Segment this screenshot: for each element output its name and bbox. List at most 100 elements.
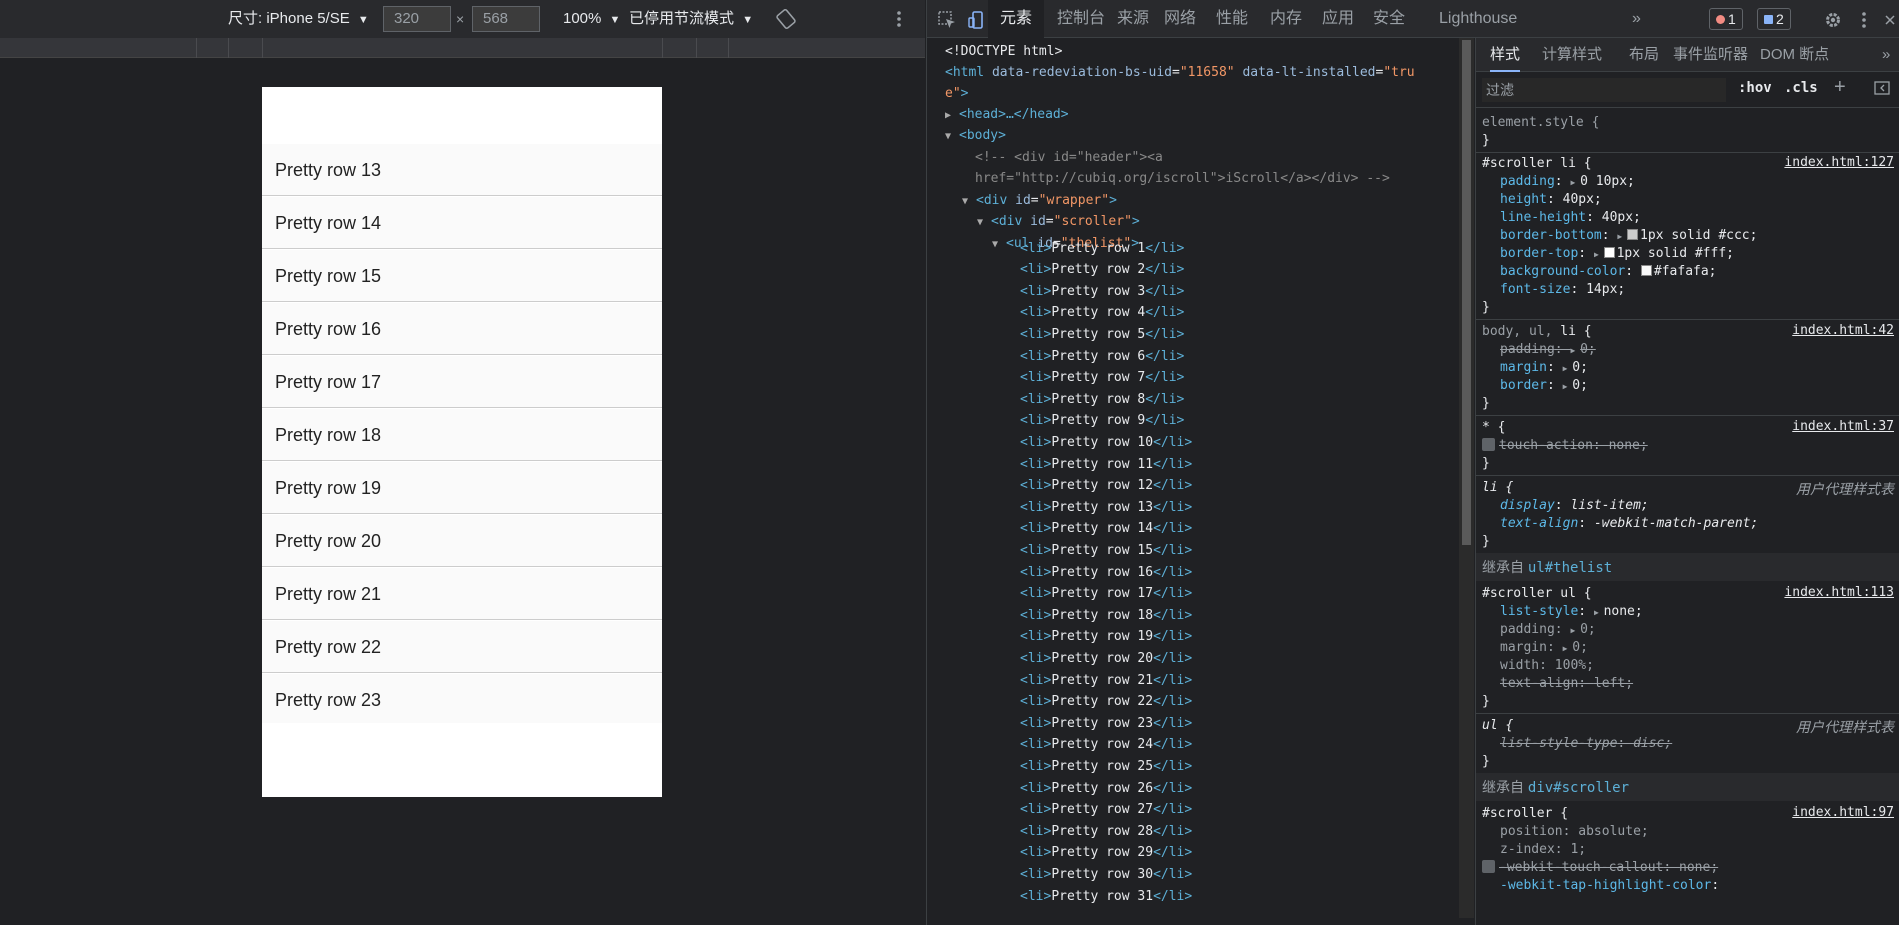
dom-li-node[interactable]: <li>Pretty row 26</li> [1020,778,1192,799]
dom-body-node[interactable]: ▼ <body> [945,125,1006,146]
rule-li-ua-selector[interactable]: li { [1482,479,1513,497]
dom-li-node[interactable]: <li>Pretty row 11</li> [1020,454,1192,475]
css-property[interactable]: margin: ▶ 0; [1482,359,1588,377]
list-item[interactable]: Pretty row 18 [262,408,662,461]
list-item[interactable]: Pretty row 23 [262,673,662,723]
dom-li-node[interactable]: <li>Pretty row 12</li> [1020,475,1192,496]
dom-li-node[interactable]: <li>Pretty row 18</li> [1020,605,1192,626]
list-item[interactable]: Pretty row 15 [262,249,662,302]
device-dimensions-dropdown[interactable]: 尺寸: iPhone 5/SE ▼ [228,0,369,38]
expand-triangle-icon[interactable]: ▶ [945,105,959,126]
css-property[interactable]: display: list-item; [1482,497,1649,515]
element-style-rule[interactable]: element.style { [1482,114,1599,132]
expand-triangle-icon[interactable]: ▶ [1563,644,1573,653]
message-badge[interactable]: 2 [1757,8,1791,30]
dom-li-node[interactable]: <li>Pretty row 7</li> [1020,367,1184,388]
css-property[interactable]: -webkit-touch-callout: none; [1482,859,1718,877]
media-query-ruler[interactable] [0,38,925,58]
collapse-triangle-icon[interactable]: ▼ [945,126,959,147]
devtools-tab-1[interactable]: 控制台 [1057,0,1105,38]
color-swatch[interactable] [1627,229,1639,240]
dom-li-node[interactable]: <li>Pretty row 22</li> [1020,691,1192,712]
inherited-target-link[interactable]: div#scroller [1528,780,1629,796]
dom-li-node[interactable]: <li>Pretty row 16</li> [1020,562,1192,583]
styles-tab-3[interactable]: 事件监听器 [1673,38,1748,72]
elements-scrollbar[interactable] [1459,38,1474,918]
dom-li-node[interactable]: <li>Pretty row 19</li> [1020,626,1192,647]
dom-li-node[interactable]: <li>Pretty row 28</li> [1020,821,1192,842]
throttle-dropdown[interactable]: 已停用节流模式 ▼ [629,0,753,38]
dom-comment[interactable]: <!-- <div id="header"><a [975,147,1163,168]
list-item[interactable]: Pretty row 16 [262,302,662,355]
dom-li-node[interactable]: <li>Pretty row 10</li> [1020,432,1192,453]
css-property[interactable]: border: ▶ 0; [1482,377,1588,395]
css-property[interactable]: touch-action: none; [1482,437,1648,455]
dom-li-node[interactable]: <li>Pretty row 17</li> [1020,583,1192,604]
css-property[interactable]: height: 40px; [1482,191,1602,209]
css-property[interactable]: position: absolute; [1482,823,1649,841]
list-item[interactable]: Pretty row 19 [262,461,662,514]
zoom-dropdown[interactable]: 100% ▼ [563,0,620,38]
dom-li-node[interactable]: <li>Pretty row 21</li> [1020,670,1192,691]
dom-li-node[interactable]: <li>Pretty row 31</li> [1020,886,1192,907]
list-item[interactable]: Pretty row 21 [262,567,662,620]
collapse-triangle-icon[interactable]: ▼ [962,191,976,212]
dom-li-node[interactable]: <li>Pretty row 25</li> [1020,756,1192,777]
dom-li-node[interactable]: <li>Pretty row 2</li> [1020,259,1184,280]
expand-triangle-icon[interactable]: ▶ [1594,250,1604,259]
devtools-tab-4[interactable]: 性能 [1216,0,1248,38]
dom-li-node[interactable]: <li>Pretty row 30</li> [1020,864,1192,885]
devtools-tab-0[interactable]: 元素 [988,0,1045,38]
css-property[interactable]: padding: ▶ 0; [1482,341,1596,359]
css-property[interactable]: background-color: #fafafa; [1482,263,1717,281]
devtools-tab-7[interactable]: 安全 [1373,0,1405,38]
rule-universal-selector[interactable]: * { [1482,419,1505,437]
list-item[interactable]: Pretty row 14 [262,196,662,249]
css-property[interactable]: padding: ▶ 0 10px; [1482,173,1635,191]
dom-li-node[interactable]: <li>Pretty row 1</li> [1020,238,1184,259]
dom-li-node[interactable]: <li>Pretty row 3</li> [1020,281,1184,302]
rule-source-link[interactable]: index.html:42 [1792,323,1894,338]
inherited-target-link[interactable]: ul#thelist [1528,560,1612,576]
dom-scroller-node[interactable]: ▼ <div id="scroller"> [977,211,1140,232]
expand-triangle-icon[interactable]: ▶ [1594,608,1604,617]
dom-wrapper-node[interactable]: ▼ <div id="wrapper"> [962,190,1117,211]
hov-toggle[interactable]: :hov [1738,80,1772,96]
rule-ul-ua-selector[interactable]: ul { [1482,717,1513,735]
dom-li-node[interactable]: <li>Pretty row 27</li> [1020,799,1192,820]
styles-filter-input[interactable]: 过滤 [1482,78,1726,102]
dom-doctype[interactable]: <!DOCTYPE html> [945,41,1062,62]
dom-li-node[interactable]: <li>Pretty row 20</li> [1020,648,1192,669]
toggle-sidebar-icon[interactable] [1874,80,1890,101]
new-rule-button[interactable]: + [1834,76,1846,99]
device-toggle-icon[interactable] [967,0,987,38]
expand-triangle-icon[interactable]: ▶ [1570,178,1580,187]
collapse-triangle-icon[interactable]: ▼ [977,212,991,233]
device-height-input[interactable]: 568 [472,6,540,32]
property-checkbox[interactable] [1482,438,1495,451]
devtools-more-tabs[interactable]: » [1632,0,1641,38]
rule-scroller-selector[interactable]: #scroller { [1482,805,1568,823]
devtools-tab-3[interactable]: 网络 [1164,0,1196,38]
devtools-tab-2[interactable]: 来源 [1117,0,1149,38]
styles-tab-0[interactable]: 样式 [1490,38,1521,72]
rule-scroller-li-selector[interactable]: #scroller li { [1482,155,1592,173]
css-property[interactable]: border-top: ▶ 1px solid #fff; [1482,245,1734,263]
devtools-tab-6[interactable]: 应用 [1322,0,1354,38]
css-property[interactable]: font-size: 14px; [1482,281,1625,299]
rule-source-link[interactable]: index.html:113 [1784,585,1894,600]
list-item[interactable]: Pretty row 22 [262,620,662,673]
expand-triangle-icon[interactable]: ▶ [1563,382,1573,391]
dom-li-node[interactable]: <li>Pretty row 5</li> [1020,324,1184,345]
emulated-phone-viewport[interactable]: Pretty row 13 Pretty row 14 Pretty row 15 P… [262,87,662,797]
color-swatch[interactable] [1640,265,1652,276]
styles-tab-2[interactable]: 布局 [1629,38,1659,72]
css-property[interactable]: padding: ▶ 0; [1482,621,1596,639]
list-item[interactable]: Pretty row 20 [262,514,662,567]
devtools-tab-5[interactable]: 内存 [1270,0,1302,38]
dom-li-node[interactable]: <li>Pretty row 24</li> [1020,734,1192,755]
dom-li-node[interactable]: <li>Pretty row 4</li> [1020,302,1184,323]
dom-html-node[interactable]: <html data-redeviation-bs-uid="11658" da… [945,62,1415,83]
expand-triangle-icon[interactable]: ▶ [1570,346,1580,355]
phone-scroll-list[interactable]: Pretty row 13 Pretty row 14 Pretty row 15 P… [262,143,662,723]
